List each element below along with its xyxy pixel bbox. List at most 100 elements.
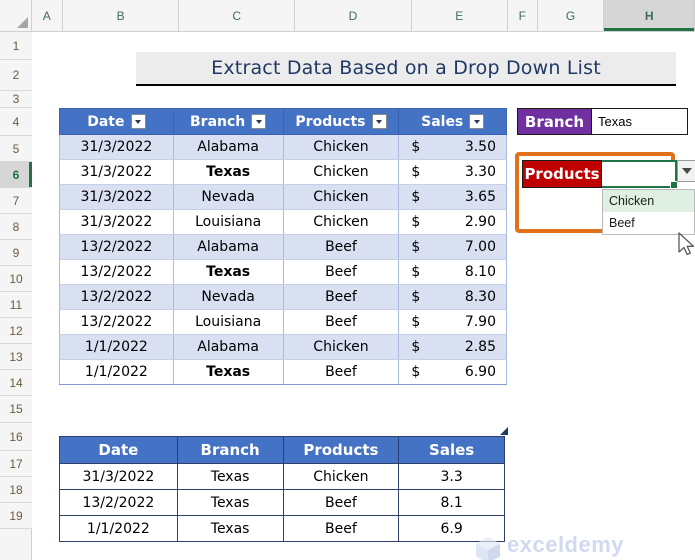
row-header-19[interactable]: 19	[0, 503, 32, 529]
result-cell-date: 13/2/2022	[59, 489, 178, 516]
currency-symbol: $	[411, 314, 421, 330]
result-row[interactable]: 31/3/2022 Texas Chicken 3.3	[59, 463, 505, 490]
row-label-3: 3	[12, 92, 20, 106]
column-header-d[interactable]: D	[295, 0, 412, 31]
header-label-products: Products	[295, 113, 366, 130]
row-header-6[interactable]: 6	[0, 162, 32, 188]
products-dropdown-input[interactable]	[602, 160, 678, 189]
table-row[interactable]: 31/3/2022 Alabama Chicken $3.50	[59, 134, 507, 160]
sales-value: 8.10	[464, 264, 496, 280]
row-header-2[interactable]: 2	[0, 60, 32, 91]
table-row[interactable]: 31/3/2022 Louisiana Chicken $2.90	[59, 209, 507, 235]
header-label-branch: Branch	[190, 113, 246, 130]
dropdown-arrow-button[interactable]	[677, 160, 695, 182]
filter-dropdown-icon-sales[interactable]	[469, 114, 485, 129]
header-cell-products[interactable]: Products	[282, 108, 400, 135]
sales-value: 7.90	[464, 314, 496, 330]
cell-date: 31/3/2022	[59, 209, 174, 235]
column-header-b[interactable]: B	[63, 0, 180, 31]
cell-date: 31/3/2022	[59, 134, 174, 160]
header-cell-date[interactable]: Date	[59, 108, 174, 135]
table-row[interactable]: 13/2/2022 Alabama Beef $7.00	[59, 234, 507, 260]
sales-value: 3.50	[464, 139, 496, 155]
result-header-branch: Branch	[176, 436, 284, 464]
row-header-16[interactable]: 16	[0, 423, 32, 451]
cell-branch: Texas	[172, 259, 284, 285]
branch-value-cell[interactable]: Texas	[591, 109, 687, 134]
row-label-2: 2	[12, 68, 20, 82]
row-header-15[interactable]: 15	[0, 396, 32, 423]
dropdown-option-beef[interactable]: Beef	[603, 212, 694, 234]
column-label-h: H	[644, 8, 654, 23]
row-header-7[interactable]: 7	[0, 188, 32, 214]
row-label-15: 15	[9, 402, 23, 416]
row-header-14[interactable]: 14	[0, 370, 32, 396]
column-header-e[interactable]: E	[411, 0, 508, 31]
row-label-10: 10	[9, 271, 23, 286]
header-cell-sales[interactable]: Sales	[398, 108, 507, 135]
result-row[interactable]: 1/1/2022 Texas Beef 6.9	[59, 515, 505, 542]
page-title: Extract Data Based on a Drop Down List	[211, 57, 601, 79]
result-header-products: Products	[282, 436, 400, 464]
watermark-name: exceldemy	[507, 531, 625, 557]
cell-sales: $2.85	[398, 334, 507, 360]
table-row[interactable]: 13/2/2022 Nevada Beef $8.30	[59, 284, 507, 310]
table-resize-handle[interactable]	[500, 427, 508, 435]
column-label-a: A	[42, 8, 51, 23]
table-row[interactable]: 31/3/2022 Texas Chicken $3.30	[59, 159, 507, 185]
select-all-corner[interactable]	[0, 0, 32, 31]
filter-dropdown-icon-date[interactable]	[130, 114, 146, 129]
cell-products: Beef	[282, 284, 400, 310]
table-row[interactable]: 1/1/2022 Texas Beef $6.90	[59, 359, 507, 385]
currency-symbol: $	[411, 164, 421, 180]
table-row[interactable]: 1/1/2022 Alabama Chicken $2.85	[59, 334, 507, 360]
result-cell-branch: Texas	[176, 489, 284, 516]
row-header-4[interactable]: 4	[0, 108, 32, 136]
row-header-13[interactable]: 13	[0, 344, 32, 370]
header-cell-branch[interactable]: Branch	[172, 108, 284, 135]
result-cell-products: Beef	[282, 515, 400, 542]
row-label-6: 6	[12, 167, 20, 182]
filter-dropdown-icon-branch[interactable]	[251, 114, 267, 129]
filter-dropdown-icon-products[interactable]	[371, 114, 387, 129]
cell-sales: $8.10	[398, 259, 507, 285]
row-header-12[interactable]: 12	[0, 318, 32, 344]
cell-branch: Alabama	[172, 134, 284, 160]
dropdown-option-chicken[interactable]: Chicken	[603, 190, 694, 212]
row-label-9: 9	[12, 245, 20, 260]
cell-products: Chicken	[282, 159, 400, 185]
result-row[interactable]: 13/2/2022 Texas Beef 8.1	[59, 489, 505, 516]
column-header-a[interactable]: A	[31, 0, 64, 31]
table-row[interactable]: 31/3/2022 Nevada Chicken $3.65	[59, 184, 507, 210]
currency-symbol: $	[411, 289, 421, 305]
row-header-10[interactable]: 10	[0, 266, 32, 292]
column-label-c: C	[232, 8, 242, 23]
cell-products: Chicken	[282, 134, 400, 160]
table-row[interactable]: 13/2/2022 Louisiana Beef $7.90	[59, 309, 507, 335]
cell-date: 1/1/2022	[59, 334, 174, 360]
row-header-9[interactable]: 9	[0, 240, 32, 266]
currency-symbol: $	[411, 339, 421, 355]
row-header-3[interactable]: 3	[0, 91, 32, 108]
branch-label: Branch	[518, 109, 591, 134]
column-header-c[interactable]: C	[179, 0, 296, 31]
table-row[interactable]: 13/2/2022 Texas Beef $8.10	[59, 259, 507, 285]
column-header-f[interactable]: F	[507, 0, 538, 31]
row-header-11[interactable]: 11	[0, 292, 32, 318]
column-label-d: D	[348, 8, 358, 23]
cell-date: 13/2/2022	[59, 259, 174, 285]
cell-sales: $6.90	[398, 359, 507, 385]
cell-branch: Nevada	[172, 284, 284, 310]
row-header-8[interactable]: 8	[0, 214, 32, 240]
column-header-g[interactable]: G	[537, 0, 605, 31]
row-header-18[interactable]: 18	[0, 477, 32, 503]
row-header-5[interactable]: 5	[0, 136, 32, 162]
cell-products: Beef	[282, 234, 400, 260]
result-cell-sales: 3.3	[398, 463, 505, 490]
products-label: Products	[522, 160, 602, 188]
column-header-h[interactable]: H	[604, 0, 695, 31]
row-label-5: 5	[12, 141, 20, 156]
cell-date: 31/3/2022	[59, 159, 174, 185]
row-header-17[interactable]: 17	[0, 451, 32, 477]
row-header-1[interactable]: 1	[0, 32, 32, 60]
